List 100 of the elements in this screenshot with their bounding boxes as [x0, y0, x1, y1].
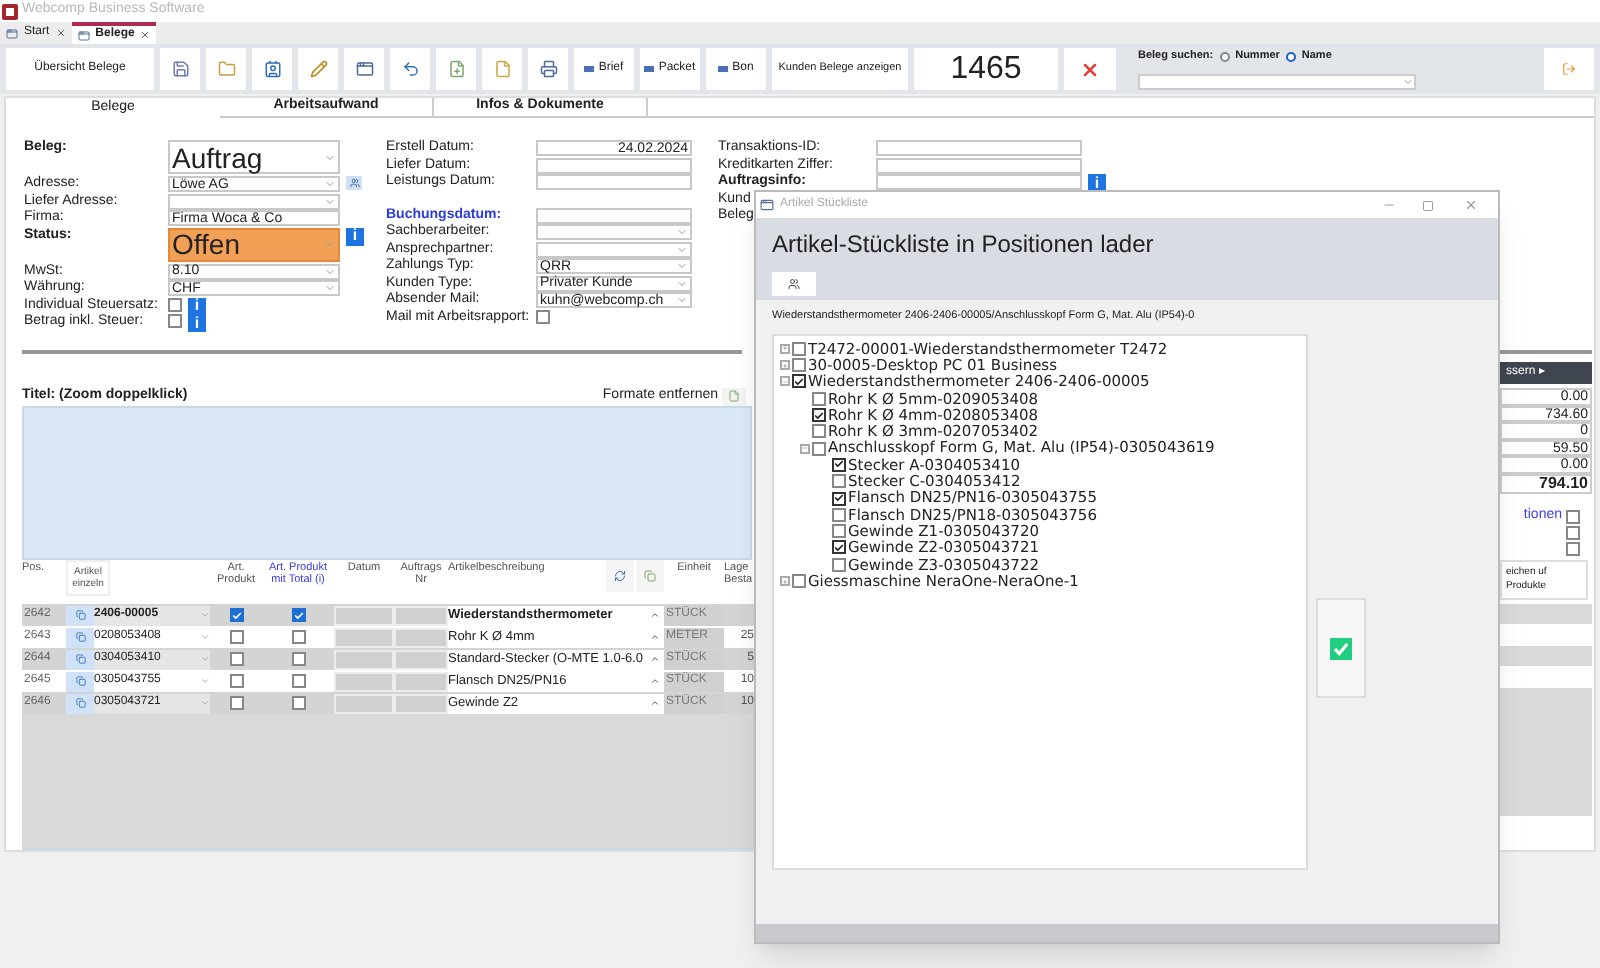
checkbox[interactable]	[812, 391, 826, 406]
order-number-field[interactable]	[394, 671, 448, 691]
order-number-field[interactable]	[394, 649, 448, 669]
order-number-field[interactable]	[394, 627, 448, 647]
checkbox[interactable]	[536, 309, 550, 323]
checkbox[interactable]	[168, 314, 182, 328]
document-icon	[728, 390, 740, 402]
date-field[interactable]	[334, 671, 394, 691]
checkbox[interactable]	[1566, 541, 1580, 555]
checkbox[interactable]	[229, 696, 243, 710]
toolbar-button[interactable]	[206, 48, 246, 90]
row-button[interactable]	[66, 605, 94, 625]
checkbox[interactable]	[291, 652, 305, 666]
info-button[interactable]: i	[188, 314, 206, 332]
dialog-heading: Artikel-Stückliste in Positionen lader	[772, 228, 1156, 262]
row-button[interactable]	[66, 649, 94, 669]
collapse-icon[interactable]	[800, 443, 810, 454]
checkbox[interactable]	[229, 608, 243, 622]
cancel-button[interactable]	[1064, 48, 1116, 90]
clear-formats-button[interactable]	[722, 387, 746, 405]
input-field[interactable]	[876, 174, 1082, 190]
order-number-field[interactable]	[394, 693, 448, 713]
copy-button[interactable]	[636, 560, 664, 592]
confirm-button[interactable]	[1316, 598, 1366, 699]
toolbar-button[interactable]	[344, 48, 384, 90]
date-field[interactable]	[334, 649, 394, 669]
checkbox[interactable]	[1566, 525, 1580, 539]
combo-box[interactable]: Offen	[168, 227, 340, 261]
toolbar-button[interactable]	[298, 48, 338, 90]
toolbar-button[interactable]	[436, 48, 476, 90]
chevron-down-icon	[324, 238, 336, 250]
input-field[interactable]	[536, 207, 692, 223]
info-button[interactable]: i	[188, 297, 206, 315]
checkbox[interactable]	[792, 358, 806, 373]
date-field[interactable]	[334, 627, 394, 647]
checkbox[interactable]	[792, 374, 806, 389]
input-field[interactable]	[876, 157, 1082, 173]
checkbox[interactable]	[291, 696, 305, 710]
checkbox[interactable]	[291, 630, 305, 644]
toolbar-button[interactable]	[390, 48, 430, 90]
checkbox[interactable]	[832, 474, 846, 489]
contact-button[interactable]	[346, 176, 362, 190]
radio-button[interactable]	[1219, 51, 1230, 62]
input-field[interactable]	[536, 157, 692, 173]
checkbox[interactable]	[291, 608, 305, 622]
document-icon	[493, 60, 511, 78]
checkbox[interactable]	[168, 297, 182, 311]
collapse-icon[interactable]	[780, 376, 790, 387]
chevron-down-icon	[324, 151, 336, 163]
close-icon	[1080, 59, 1100, 79]
checkbox[interactable]	[832, 457, 846, 472]
info-button[interactable]: i	[346, 227, 364, 245]
input-field[interactable]	[876, 140, 1082, 156]
combo-box[interactable]: Auftrag	[168, 140, 340, 174]
checkmark-icon	[1330, 637, 1352, 660]
checkbox[interactable]	[812, 424, 826, 439]
checkbox[interactable]	[812, 441, 826, 456]
checkbox[interactable]	[1566, 509, 1580, 523]
expand-icon[interactable]	[780, 343, 790, 354]
checkbox[interactable]	[832, 524, 846, 539]
expand-icon[interactable]	[780, 360, 790, 371]
checkbox[interactable]	[229, 674, 243, 688]
copy-icon	[644, 570, 656, 582]
combo-box[interactable]	[168, 193, 340, 209]
toolbar-button[interactable]	[252, 48, 292, 90]
toolbar-button[interactable]	[160, 48, 200, 90]
checkbox[interactable]	[832, 557, 846, 572]
row-button[interactable]	[66, 693, 94, 713]
input-field[interactable]	[536, 174, 692, 190]
maximize-icon[interactable]	[1422, 199, 1434, 211]
checkbox[interactable]	[792, 341, 806, 356]
checkbox[interactable]	[792, 574, 806, 589]
checkbox[interactable]	[229, 630, 243, 644]
expand-icon[interactable]	[780, 576, 790, 587]
checkbox[interactable]	[229, 652, 243, 666]
date-field[interactable]	[334, 693, 394, 713]
date-field[interactable]	[334, 605, 394, 625]
checkbox[interactable]	[832, 491, 846, 506]
order-number-field[interactable]	[394, 605, 448, 625]
checkbox[interactable]	[832, 540, 846, 555]
close-icon[interactable]	[1464, 198, 1478, 212]
total-field[interactable]: 794.10	[1500, 473, 1592, 493]
combo-box[interactable]	[536, 241, 692, 257]
combo-box[interactable]	[536, 224, 692, 240]
search-button[interactable]	[772, 272, 816, 296]
minimize-icon[interactable]	[1382, 198, 1396, 212]
row-button[interactable]	[66, 671, 94, 691]
form-icon	[6, 27, 18, 39]
search-combo-box[interactable]	[1138, 74, 1416, 90]
refresh-button[interactable]	[606, 560, 634, 592]
row-button[interactable]	[66, 627, 94, 647]
caret-icon	[649, 654, 659, 664]
toolbar-button[interactable]	[528, 48, 568, 90]
window-icon	[355, 60, 373, 78]
checkbox[interactable]	[291, 674, 305, 688]
radio-button[interactable]	[1285, 51, 1296, 62]
checkbox[interactable]	[812, 408, 826, 423]
copy-icon	[75, 610, 85, 620]
checkbox[interactable]	[832, 507, 846, 522]
refresh-icon	[614, 570, 626, 582]
